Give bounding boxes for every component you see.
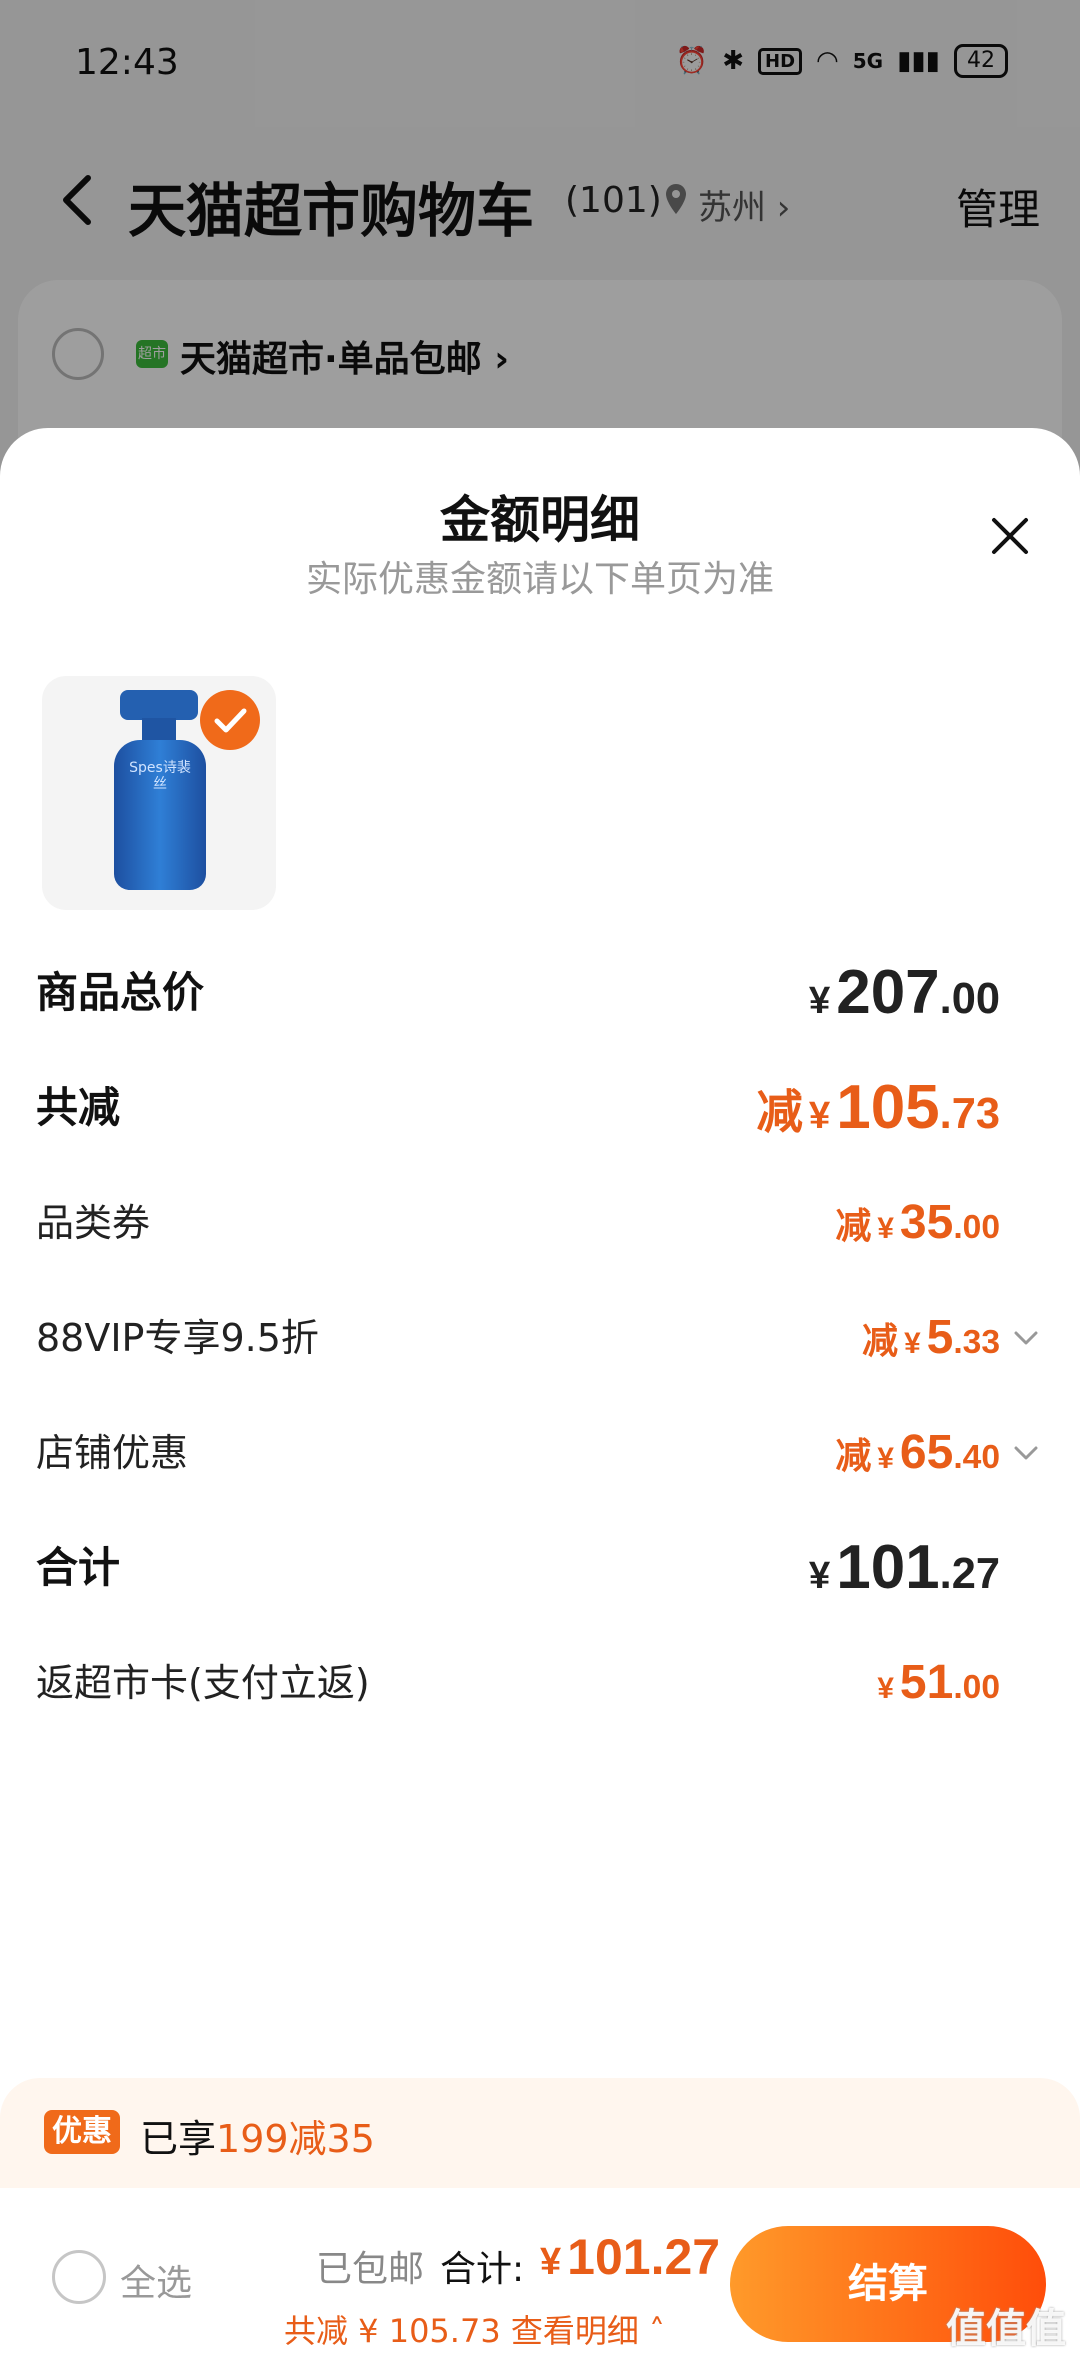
total-value: ¥101.27 [808,1533,1000,1602]
close-icon[interactable] [982,508,1038,564]
checkmark-icon [200,690,260,750]
bottle-cap-shape [120,690,198,720]
saved-summary: 共减 ¥ 105.73 查看明细 ˄ [284,2306,665,2352]
promo-tag: 优惠 [44,2110,120,2154]
subtotal-value: ¥207.00 [808,958,1000,1027]
bottle-brand-label: Spes诗裴丝 [129,760,191,792]
cashback-row: 返超市卡(支付立返) ¥51.00 [36,1643,1000,1723]
total-label: 合计 [36,1543,121,1592]
chevron-down-icon[interactable] [1010,1437,1042,1469]
store-discount-value: 减 ¥65.40 [835,1426,1000,1479]
checkout-bar: 全选 已包邮 合计: ¥101.27 共减 ¥ 105.73 查看明细 ˄ 结算 [0,2188,1080,2376]
watermark-url: zhizhizhi.com [955,2346,1064,2365]
chevron-down-icon[interactable] [1010,1322,1042,1354]
bottom-total-value: ¥101.27 [540,2229,721,2285]
promo-text: 已享199减35 [140,2117,375,2161]
select-all-label[interactable]: 全选 [120,2254,192,2306]
category-coupon-value: 减 ¥35.00 [835,1196,1000,1249]
promo-strip: 优惠 已享199减35 [0,2078,1080,2188]
product-thumbnail[interactable]: Spes诗裴丝 [42,676,276,910]
total-discount-row: 共减 减 ¥105.73 [36,1068,1000,1148]
sheet-title: 金额明细 [440,491,640,549]
promo-highlight: 199减35 [216,2117,375,2161]
category-coupon-row: 品类券 减 ¥35.00 [36,1183,1000,1263]
bottle-body-shape: Spes诗裴丝 [114,740,206,890]
select-all-radio[interactable] [52,2250,106,2304]
total-discount-label: 共减 [36,1083,121,1132]
category-coupon-label: 品类券 [36,1201,151,1245]
subtotal-row: 商品总价 ¥207.00 [36,953,1000,1033]
total-discount-value: 减 ¥105.73 [756,1073,1000,1142]
sheet-subtitle: 实际优惠金额请以下单页为准 [305,559,774,600]
store-discount-label: 店铺优惠 [36,1431,189,1475]
vip-discount-row[interactable]: 88VIP专享9.5折 减 ¥5.33 [36,1298,1038,1378]
shipping-status: 已包邮 [316,2249,425,2290]
cashback-label: 返超市卡(支付立返) [36,1661,370,1705]
view-details-link[interactable]: 查看明细 ˄ [511,2312,665,2350]
saved-text: 共减 ¥ 105.73 [284,2312,501,2350]
store-discount-row[interactable]: 店铺优惠 减 ¥65.40 [36,1413,1038,1493]
cashback-value: ¥51.00 [877,1656,1000,1709]
vip-discount-value: 减 ¥5.33 [862,1311,1000,1364]
vip-discount-label: 88VIP专享9.5折 [36,1316,319,1360]
total-row: 合计 ¥101.27 [36,1528,1000,1608]
bottom-total-label: 合计: [440,2249,525,2290]
subtotal-label: 商品总价 [36,968,205,1017]
